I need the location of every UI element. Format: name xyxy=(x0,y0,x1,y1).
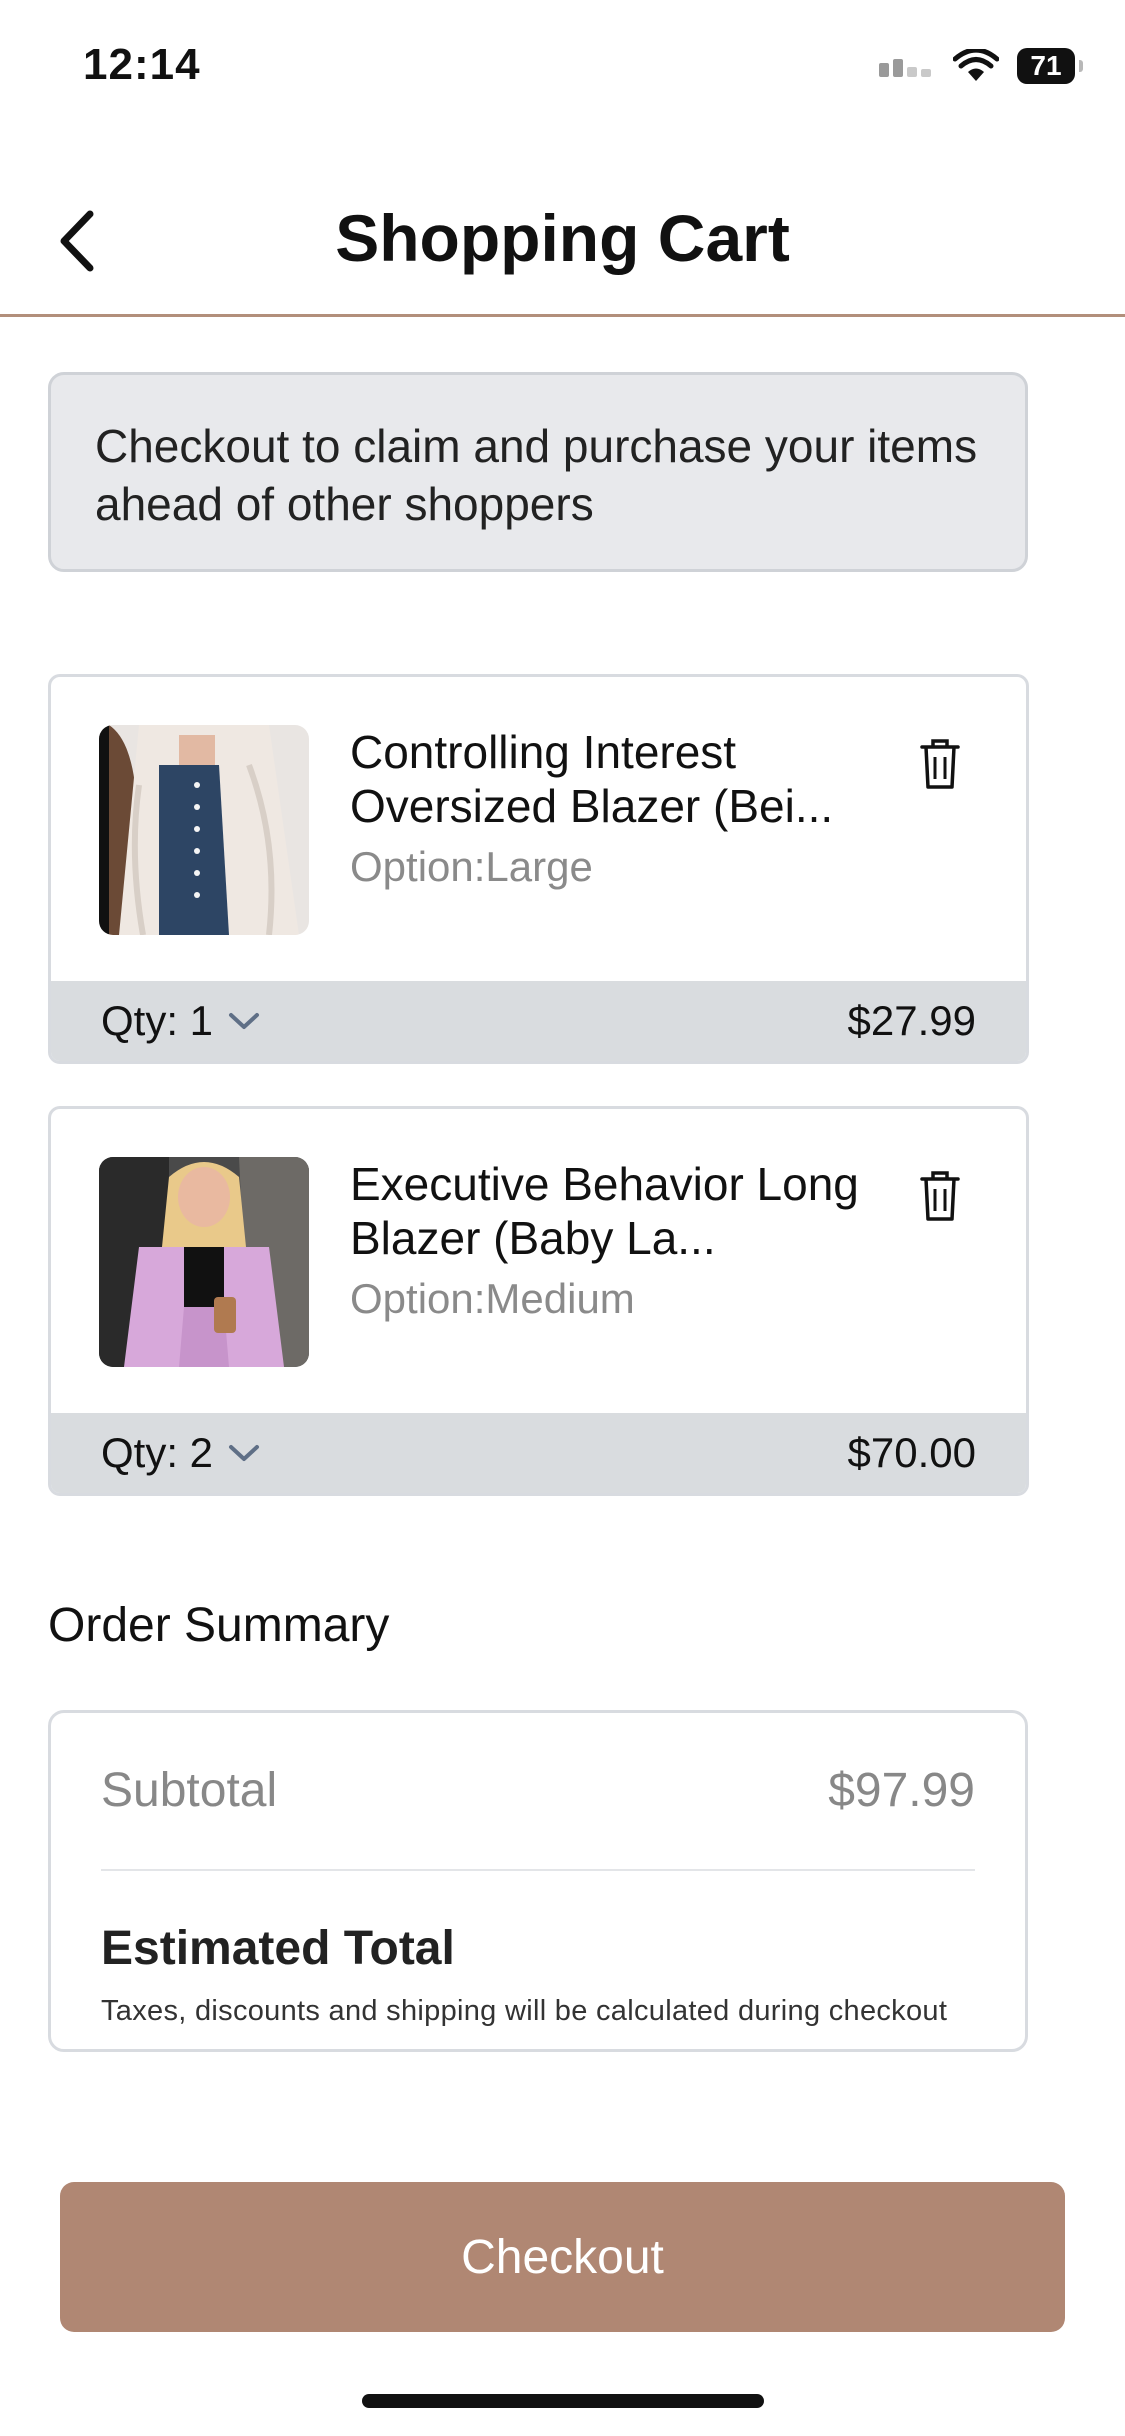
chevron-down-icon xyxy=(229,1445,260,1461)
notice-text: Checkout to claim and purchase your item… xyxy=(95,420,978,530)
battery-icon: 71 xyxy=(1017,48,1083,84)
cart-item: Controlling Interest Oversized Blazer (B… xyxy=(48,674,1029,1064)
item-footer: Qty: 2 $70.00 xyxy=(51,1413,1026,1493)
chevron-down-icon xyxy=(229,1013,260,1029)
product-image[interactable] xyxy=(99,725,309,935)
subtotal-row: Subtotal $97.99 xyxy=(101,1763,975,1818)
summary-divider xyxy=(101,1869,975,1871)
delete-item-button[interactable] xyxy=(918,1169,962,1223)
product-option: Option:Medium xyxy=(350,1275,635,1322)
order-summary-card: Subtotal $97.99 Estimated Total Taxes, d… xyxy=(48,1710,1028,2052)
home-indicator xyxy=(362,2394,764,2408)
quantity-label: Qty: 2 xyxy=(101,1429,214,1476)
subtotal-value: $97.99 xyxy=(828,1764,975,1817)
signal-icon xyxy=(879,59,931,77)
trash-icon xyxy=(920,739,960,789)
item-price: $70.00 xyxy=(847,1429,976,1476)
quantity-label: Qty: 1 xyxy=(101,997,214,1044)
status-time: 12:14 xyxy=(83,40,201,89)
delete-item-button[interactable] xyxy=(918,737,962,791)
order-summary-heading: Order Summary xyxy=(48,1599,390,1652)
estimated-total-label: Estimated Total xyxy=(101,1922,455,1975)
checkout-calculation-note: Taxes, discounts and shipping will be ca… xyxy=(101,1995,948,2027)
item-footer: Qty: 1 $27.99 xyxy=(51,981,1026,1061)
quantity-selector[interactable]: Qty: 1 xyxy=(101,997,261,1045)
item-price: $27.99 xyxy=(847,997,976,1044)
product-name[interactable]: Executive Behavior Long Blazer (Baby La.… xyxy=(350,1157,870,1265)
header-divider xyxy=(0,314,1125,317)
checkout-button[interactable]: Checkout xyxy=(60,2182,1065,2332)
wifi-icon xyxy=(953,49,999,81)
status-icons: 71 xyxy=(879,46,1083,86)
subtotal-label: Subtotal xyxy=(101,1764,278,1817)
product-option: Option:Large xyxy=(350,843,593,890)
trash-icon xyxy=(920,1171,960,1221)
quantity-selector[interactable]: Qty: 2 xyxy=(101,1429,261,1477)
product-name[interactable]: Controlling Interest Oversized Blazer (B… xyxy=(350,725,870,833)
cart-item: Executive Behavior Long Blazer (Baby La.… xyxy=(48,1106,1029,1496)
checkout-notice: Checkout to claim and purchase your item… xyxy=(48,372,1028,572)
page-title: Shopping Cart xyxy=(335,201,790,275)
product-image[interactable] xyxy=(99,1157,309,1367)
